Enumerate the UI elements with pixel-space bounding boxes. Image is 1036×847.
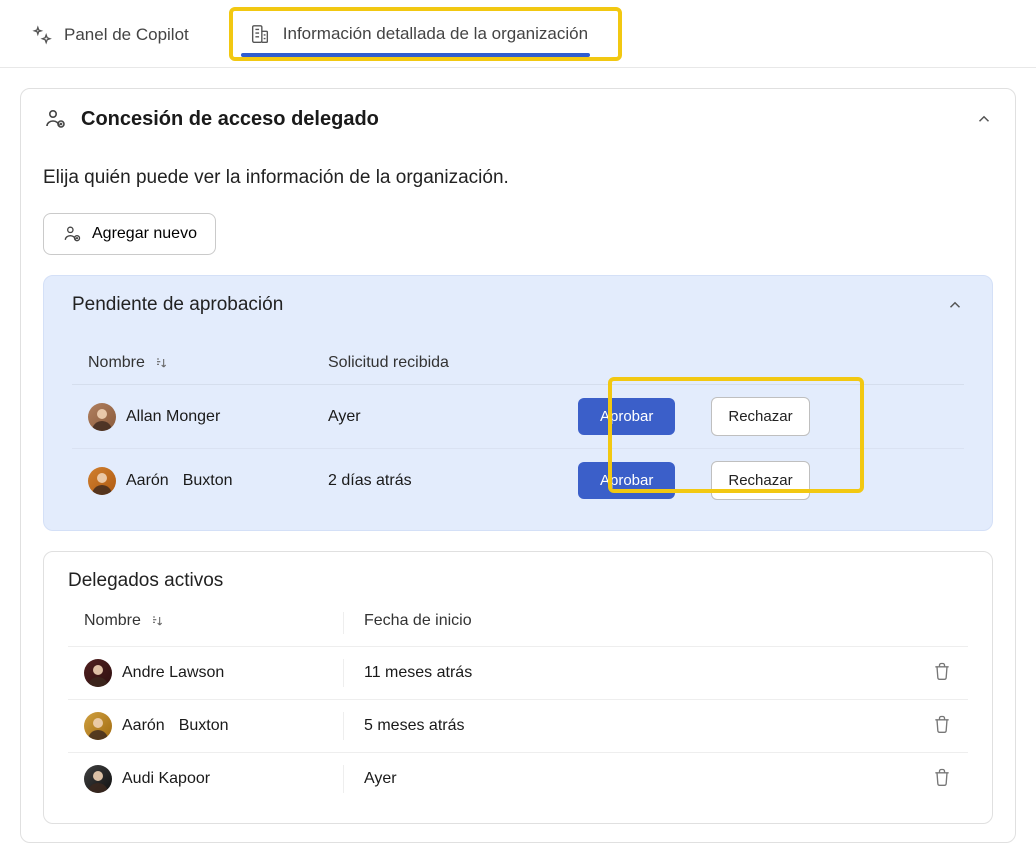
received-date: Ayer: [328, 408, 578, 426]
tabs-bar: Panel de Copilot Información detallada d…: [0, 0, 1036, 68]
chevron-up-icon[interactable]: [946, 296, 964, 314]
avatar: [84, 659, 112, 687]
avatar: [84, 712, 112, 740]
reject-button[interactable]: Rechazar: [711, 461, 809, 500]
approve-button[interactable]: Aprobar: [578, 398, 675, 435]
col-start-header[interactable]: Fecha de inicio: [344, 612, 952, 634]
tab-org-details[interactable]: Información detallada de la organización: [229, 7, 622, 61]
active-delegates-panel: Delegados activos Nombre Fecha de inicio…: [43, 551, 993, 824]
person-add-icon: [62, 224, 82, 244]
col-name-label: Nombre: [84, 612, 141, 630]
person-name: Audi Kapoor: [122, 770, 210, 788]
table-row: Aarón Buxton 2 días atrás Aprobar Rechaz…: [72, 448, 964, 512]
trash-icon[interactable]: [932, 661, 952, 681]
building-icon: [249, 23, 271, 45]
avatar: [88, 403, 116, 431]
pending-title: Pendiente de aprobación: [72, 294, 283, 316]
delegated-access-card: Concesión de acceso delegado Elija quién…: [20, 88, 1016, 843]
table-row: Aarón Buxton 5 meses atrás: [68, 699, 968, 752]
active-table-head: Nombre Fecha de inicio: [68, 604, 968, 646]
avatar: [88, 467, 116, 495]
table-row: Andre Lawson 11 meses atrás: [68, 646, 968, 699]
person-name: Andre Lawson: [122, 664, 224, 682]
person-delegate-icon: [43, 107, 67, 131]
add-new-label: Agregar nuevo: [92, 225, 197, 243]
col-name-header[interactable]: Nombre: [84, 612, 344, 634]
sort-icon: [149, 613, 165, 629]
table-row: Allan Monger Ayer Aprobar Rechazar: [72, 385, 964, 448]
person-name: Aarón Buxton: [122, 717, 229, 735]
approve-button[interactable]: Aprobar: [578, 462, 675, 499]
trash-icon[interactable]: [932, 767, 952, 787]
start-date: 11 meses atrás: [344, 664, 912, 682]
chevron-up-icon[interactable]: [975, 110, 993, 128]
col-received-header[interactable]: Solicitud recibida: [328, 354, 578, 372]
add-new-button[interactable]: Agregar nuevo: [43, 213, 216, 255]
card-description: Elija quién puede ver la información de …: [43, 167, 993, 189]
start-date: Ayer: [344, 770, 912, 788]
tab-copilot[interactable]: Panel de Copilot: [20, 7, 201, 61]
pending-approval-panel: Pendiente de aprobación Nombre Solicitud…: [43, 275, 993, 531]
avatar: [84, 765, 112, 793]
table-row: Audi Kapoor Ayer: [68, 752, 968, 805]
col-name-header[interactable]: Nombre: [88, 354, 328, 372]
card-title: Concesión de acceso delegado: [81, 108, 379, 131]
start-date: 5 meses atrás: [344, 717, 912, 735]
sort-icon: [153, 355, 169, 371]
received-date: 2 días atrás: [328, 472, 578, 490]
col-name-label: Nombre: [88, 354, 145, 372]
tab-org-details-label: Información detallada de la organización: [283, 24, 588, 44]
person-name: Aarón Buxton: [126, 472, 233, 490]
pending-table-head: Nombre Solicitud recibida: [72, 346, 964, 385]
tab-copilot-label: Panel de Copilot: [64, 25, 189, 45]
person-name: Allan Monger: [126, 408, 220, 426]
active-title: Delegados activos: [68, 570, 968, 592]
trash-icon[interactable]: [932, 714, 952, 734]
card-header: Concesión de acceso delegado: [43, 107, 993, 131]
reject-button[interactable]: Rechazar: [711, 397, 809, 436]
pending-header: Pendiente de aprobación: [72, 294, 964, 316]
sparkle-icon: [32, 25, 52, 45]
